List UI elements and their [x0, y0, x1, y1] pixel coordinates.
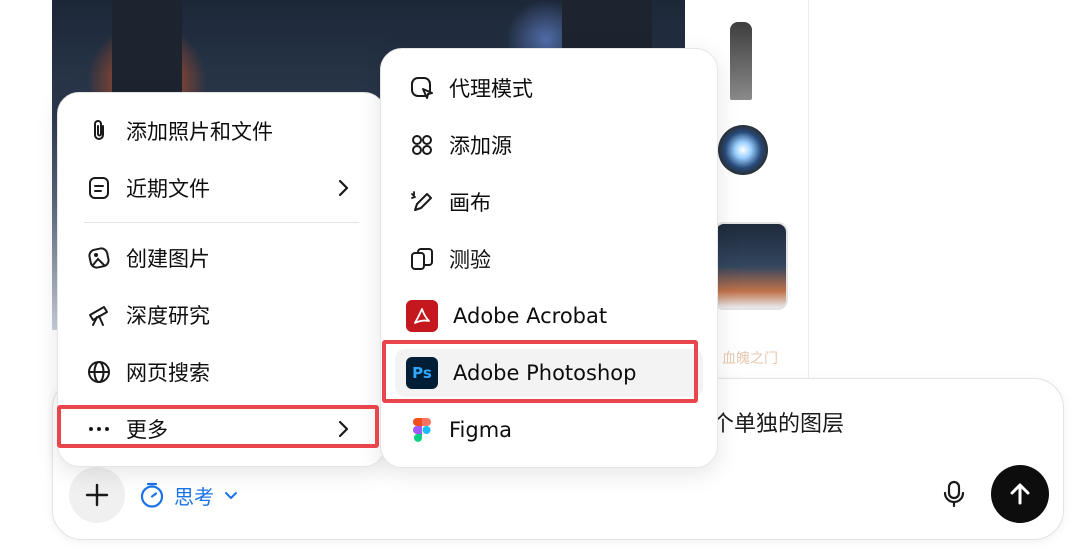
thumbnail-caption: 血魄之门	[722, 351, 778, 367]
submenu-item-label: Adobe Photoshop	[453, 361, 637, 385]
figure-thumbnail[interactable]	[730, 22, 752, 100]
agent-mode-icon	[409, 75, 435, 101]
add-source-icon	[409, 132, 435, 158]
think-mode-label: 思考	[174, 484, 214, 509]
think-mode-button[interactable]: 思考	[138, 477, 240, 513]
menu-item-label: 创建图片	[126, 247, 210, 271]
submenu-item-agent-mode[interactable]: 代理模式	[395, 64, 703, 112]
panel-divider	[808, 0, 809, 380]
submenu-item-canvas[interactable]: 画布	[395, 178, 703, 226]
city-thumbnail[interactable]	[714, 222, 788, 310]
submenu-item-label: 测验	[449, 248, 491, 272]
more-submenu: 代理模式 添加源 画布 测验 Adobe Acrobat Ps Adobe Ph…	[380, 48, 718, 468]
submenu-item-add-source[interactable]: 添加源	[395, 121, 703, 169]
menu-item-label: 更多	[126, 418, 168, 442]
microphone-icon	[943, 480, 965, 508]
timer-icon	[140, 482, 164, 508]
file-icon	[86, 175, 112, 201]
menu-item-label: 深度研究	[126, 304, 210, 328]
canvas-pen-icon	[409, 189, 435, 215]
paperclip-icon	[86, 118, 112, 144]
quiz-cards-icon	[409, 246, 435, 272]
arrow-up-icon	[1010, 483, 1030, 505]
menu-item-label: 近期文件	[126, 177, 210, 201]
send-button[interactable]	[991, 465, 1049, 523]
adobe-photoshop-icon: Ps	[405, 357, 439, 389]
menu-item-label: 网页搜索	[126, 361, 210, 385]
adobe-acrobat-icon	[405, 300, 439, 332]
attachment-menu: 添加照片和文件 近期文件 创建图片 深度研究 网页搜索 更多	[57, 92, 386, 467]
submenu-item-adobe-acrobat[interactable]: Adobe Acrobat	[395, 292, 703, 340]
submenu-item-label: Figma	[449, 418, 513, 442]
plus-icon	[85, 483, 109, 507]
chevron-right-icon	[338, 420, 349, 438]
menu-item-more[interactable]: 更多	[72, 405, 371, 453]
menu-item-label: 添加照片和文件	[126, 120, 273, 144]
composer-input-text[interactable]: 个单独的图层	[712, 406, 844, 438]
chevron-down-icon	[225, 492, 237, 499]
submenu-item-adobe-photoshop[interactable]: Ps Adobe Photoshop	[395, 349, 703, 397]
menu-item-web-search[interactable]: 网页搜索	[72, 348, 371, 396]
submenu-item-label: 添加源	[449, 134, 512, 158]
chevron-right-icon	[338, 179, 349, 197]
menu-item-recent-files[interactable]: 近期文件	[72, 164, 371, 212]
voice-input-button[interactable]	[934, 474, 974, 514]
figma-icon	[409, 417, 435, 443]
submenu-item-label: 代理模式	[449, 77, 533, 101]
submenu-item-quiz[interactable]: 测验	[395, 235, 703, 283]
telescope-icon	[86, 302, 112, 328]
add-attachment-button[interactable]	[69, 467, 125, 523]
more-dots-icon	[86, 416, 112, 442]
submenu-item-figma[interactable]: Figma	[395, 406, 703, 454]
menu-item-create-image[interactable]: 创建图片	[72, 234, 371, 282]
submenu-item-label: 画布	[449, 191, 491, 215]
image-create-icon	[86, 245, 112, 271]
menu-divider	[84, 222, 359, 223]
photoshop-badge-text: Ps	[406, 357, 438, 389]
menu-item-deep-research[interactable]: 深度研究	[72, 291, 371, 339]
globe-icon	[86, 359, 112, 385]
menu-item-add-photos-files[interactable]: 添加照片和文件	[72, 107, 371, 155]
orb-thumbnail[interactable]	[718, 125, 768, 175]
submenu-item-label: Adobe Acrobat	[453, 304, 608, 328]
